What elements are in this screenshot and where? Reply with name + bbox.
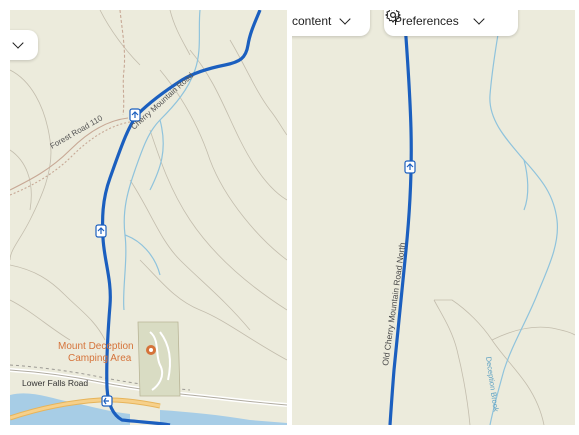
right-map-canvas[interactable]: Old Cherry Mountain Road North Deception… [292,10,575,425]
poi-name-line2: Camping Area [68,353,132,364]
lower-falls-road-label: Lower Falls Road [22,378,88,388]
chevron-down-icon [339,13,352,25]
preferences-dropdown-label: Preferences [394,14,459,28]
screenshot-frame: Forest Road 110 Cherry Mountain Road Low… [0,0,579,435]
poi-name-line1: Mount Deception [58,341,134,352]
left-map-panel[interactable]: Forest Road 110 Cherry Mountain Road Low… [10,10,287,425]
content-dropdown[interactable]: content [292,10,370,36]
campground-marker-icon[interactable] [146,345,156,355]
route-line[interactable] [388,10,413,425]
left-map-canvas[interactable]: Forest Road 110 Cherry Mountain Road Low… [10,10,287,425]
contour-lines [433,299,575,425]
chevron-down-icon [473,13,485,25]
stream-lines [489,10,559,425]
contour-lines [10,10,287,361]
forest-road-label: Forest Road 110 [49,113,105,151]
campground-area [137,321,181,397]
gear-icon [385,10,401,23]
route-direction-marker [95,224,107,238]
stream-lines [123,10,201,311]
expand-panel-button[interactable] [10,30,38,60]
chevron-down-icon [12,37,24,49]
deception-brook-label: Deception Brook [484,356,501,412]
route-direction-marker [404,160,416,174]
right-map-panel[interactable]: Old Cherry Mountain Road North Deception… [292,10,575,425]
content-dropdown-label: content [292,14,332,28]
river-water-east [160,410,287,425]
cherry-mountain-road-label: Cherry Mountain Road [129,71,195,132]
old-cherry-mountain-road-label: Old Cherry Mountain Road North [380,242,407,367]
preferences-dropdown[interactable]: Preferences [384,10,518,36]
route-direction-marker [101,395,113,407]
